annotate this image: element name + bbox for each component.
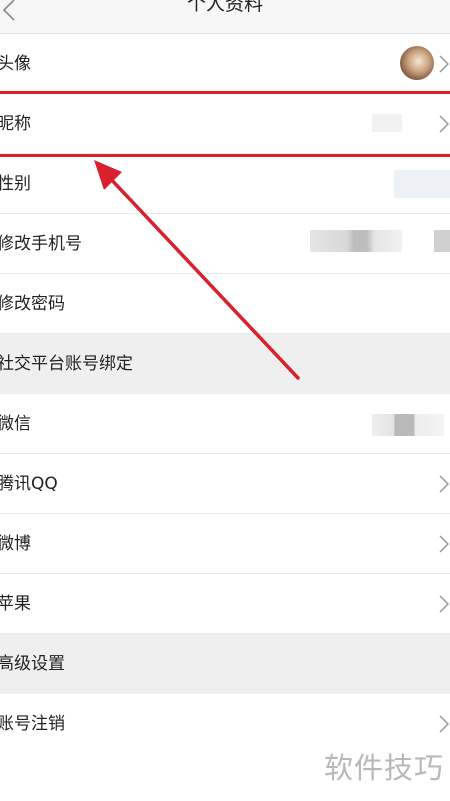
top-bar: 个人资料 (0, 0, 450, 34)
gender-row[interactable]: 性别 (0, 154, 450, 214)
change-password-label: 修改密码 (0, 294, 65, 314)
chevron-right-icon (439, 55, 450, 73)
section-advanced-label: 高级设置 (0, 654, 65, 674)
change-phone-row[interactable]: 修改手机号 (0, 214, 450, 274)
phone-value-redacted (310, 230, 402, 252)
chevron-right-icon (439, 535, 450, 553)
section-social-binding: 社交平台账号绑定 (0, 334, 450, 394)
weibo-label: 微博 (0, 534, 31, 554)
wechat-value-redacted (372, 414, 444, 436)
avatar-label: 头像 (0, 54, 31, 74)
watermark-text: 软件技巧 (323, 751, 444, 785)
chevron-right-icon (439, 595, 450, 613)
section-advanced-settings: 高级设置 (0, 634, 450, 694)
chevron-right-icon (439, 475, 450, 493)
annotation-highlight-box (0, 91, 450, 157)
gender-label: 性别 (0, 174, 31, 194)
qq-row[interactable]: 腾讯QQ (0, 454, 450, 514)
weibo-row[interactable]: 微博 (0, 514, 450, 574)
avatar[interactable] (400, 46, 434, 80)
wechat-label: 微信 (0, 414, 31, 434)
gender-value-redacted (394, 170, 450, 198)
change-phone-label: 修改手机号 (0, 234, 82, 254)
avatar-row[interactable]: 头像 (0, 34, 450, 94)
qq-label: 腾讯QQ (0, 474, 58, 494)
apple-label: 苹果 (0, 594, 31, 614)
apple-row[interactable]: 苹果 (0, 574, 450, 634)
page-title: 个人资料 (186, 0, 263, 15)
change-password-row[interactable]: 修改密码 (0, 274, 450, 334)
phone-value-redacted-2 (434, 230, 450, 252)
deactivate-label: 账号注销 (0, 714, 65, 734)
wechat-row[interactable]: 微信 (0, 394, 450, 454)
chevron-right-icon (439, 715, 450, 733)
section-social-label: 社交平台账号绑定 (0, 354, 133, 374)
